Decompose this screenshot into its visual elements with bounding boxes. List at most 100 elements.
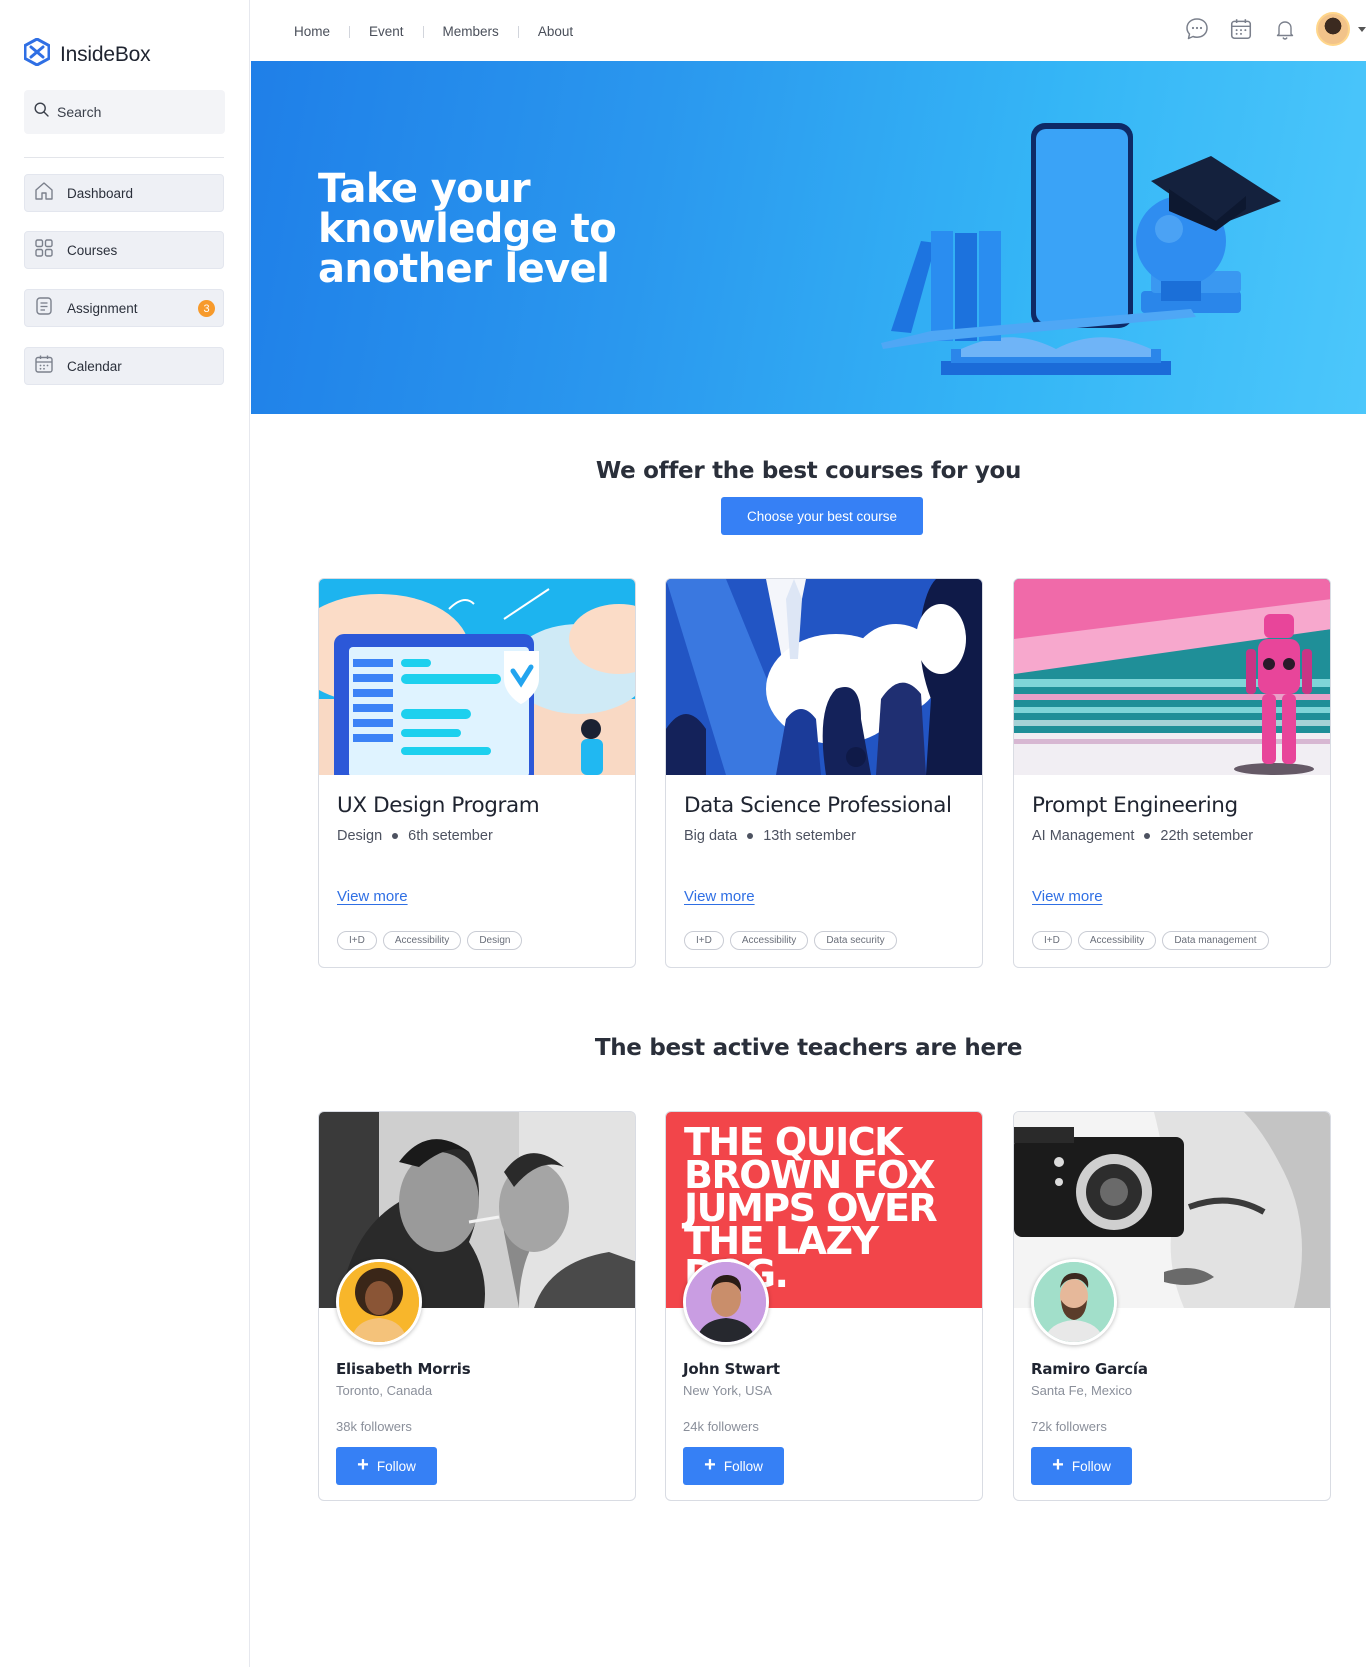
sidebar: InsideBox Dashboard Courses Assignment 3… [0, 0, 250, 1667]
teacher-name: Elisabeth Morris [336, 1360, 471, 1378]
sidebar-item-label: Dashboard [67, 185, 134, 201]
teacher-avatar[interactable] [683, 1259, 769, 1345]
separator-dot [747, 833, 754, 839]
course-date: 6th setember [408, 828, 493, 844]
app-name: InsideBox [60, 42, 151, 66]
logo-icon [23, 37, 51, 71]
course-tag[interactable]: I+D [1032, 931, 1072, 950]
teacher-avatar[interactable] [1031, 1259, 1117, 1345]
plus-icon: + [704, 1454, 716, 1476]
chat-icon[interactable] [1184, 16, 1210, 42]
nav-link-event[interactable]: Event [369, 24, 404, 39]
separator-dot [1144, 833, 1151, 839]
chevron-down-icon[interactable] [1358, 26, 1366, 32]
sidebar-item-label: Courses [67, 242, 118, 258]
choose-course-button[interactable]: Choose your best course [721, 497, 923, 535]
course-tag[interactable]: Accessibility [1077, 931, 1157, 950]
sidebar-item-courses[interactable]: Courses [24, 231, 224, 269]
follow-label: Follow [376, 1458, 416, 1474]
nav-separator [422, 25, 424, 38]
view-more-link[interactable]: View more [337, 888, 408, 905]
top-links: Home Event Members About [294, 24, 573, 39]
hero-title: Take your knowledge to another level [318, 166, 617, 292]
course-title: Data Science Professional [684, 793, 952, 818]
course-card[interactable]: UX Design Program Design 6th setember Vi… [318, 578, 636, 968]
course-image-prompt [1014, 579, 1330, 775]
teacher-followers: 38k followers [336, 1419, 412, 1434]
view-more-link[interactable]: View more [684, 888, 755, 905]
course-title: Prompt Engineering [1032, 793, 1238, 818]
sidebar-divider [24, 157, 224, 158]
course-image-data-science [666, 579, 982, 775]
search-box[interactable] [24, 90, 225, 134]
nav-link-members[interactable]: Members [443, 24, 499, 39]
follow-button[interactable]: + Follow [683, 1447, 784, 1485]
course-category: Design [337, 828, 383, 844]
course-category: AI Management [1032, 828, 1135, 844]
sidebar-item-assignment[interactable]: Assignment 3 [24, 289, 224, 327]
sidebar-item-dashboard[interactable]: Dashboard [24, 174, 224, 212]
plus-icon: + [357, 1454, 369, 1476]
course-meta: AI Management 22th setember [1032, 828, 1253, 844]
top-navigation: Home Event Members About [250, 0, 1366, 61]
follow-label: Follow [723, 1458, 763, 1474]
search-icon [34, 102, 49, 122]
teacher-name: John Stwart [683, 1360, 780, 1378]
teacher-card[interactable]: Ramiro García Santa Fe, Mexico 72k follo… [1013, 1111, 1331, 1501]
teacher-card[interactable]: Elisabeth Morris Toronto, Canada 38k fol… [318, 1111, 636, 1501]
course-tags: I+D Accessibility Design [337, 931, 523, 950]
course-date: 22th setember [1160, 828, 1254, 844]
sidebar-item-calendar[interactable]: Calendar [24, 347, 224, 385]
document-icon [33, 295, 55, 322]
nav-separator [517, 25, 519, 38]
separator-dot [392, 833, 399, 839]
teacher-avatar[interactable] [336, 1259, 422, 1345]
plus-icon: + [1052, 1454, 1064, 1476]
course-card[interactable]: Data Science Professional Big data 13th … [665, 578, 983, 968]
view-more-link[interactable]: View more [1032, 888, 1103, 905]
home-icon [33, 180, 55, 207]
teacher-followers: 24k followers [683, 1419, 759, 1434]
course-date: 13th setember [763, 828, 856, 844]
course-tag[interactable]: Design [467, 931, 523, 950]
course-tags: I+D Accessibility Data security [684, 931, 897, 950]
nav-link-home[interactable]: Home [294, 24, 330, 39]
course-tag[interactable]: Accessibility [382, 931, 462, 950]
user-avatar[interactable] [1316, 12, 1350, 46]
course-tag[interactable]: Data management [1162, 931, 1269, 950]
course-image-ux [319, 579, 635, 775]
teacher-followers: 72k followers [1031, 1419, 1107, 1434]
teacher-name: Ramiro García [1031, 1360, 1148, 1378]
top-actions [1184, 12, 1366, 46]
calendar-icon[interactable] [1228, 16, 1254, 42]
follow-button[interactable]: + Follow [1031, 1447, 1132, 1485]
education-illustration [881, 123, 1281, 375]
sidebar-item-label: Assignment [67, 300, 138, 316]
follow-button[interactable]: + Follow [336, 1447, 437, 1485]
calendar-icon [33, 353, 55, 380]
search-input[interactable] [57, 104, 207, 120]
sidebar-item-label: Calendar [67, 358, 122, 374]
course-tag[interactable]: I+D [684, 931, 724, 950]
app-logo[interactable]: InsideBox [23, 37, 151, 71]
course-meta: Big data 13th setember [684, 828, 856, 844]
follow-label: Follow [1071, 1458, 1111, 1474]
teacher-location: New York, USA [683, 1383, 772, 1398]
assignment-count-badge: 3 [198, 300, 215, 317]
nav-link-about[interactable]: About [538, 24, 573, 39]
nav-separator [349, 25, 351, 38]
course-category: Big data [684, 828, 738, 844]
courses-section-title: We offer the best courses for you [595, 458, 1022, 484]
teacher-location: Santa Fe, Mexico [1031, 1383, 1133, 1398]
teacher-location: Toronto, Canada [336, 1383, 433, 1398]
course-tag[interactable]: I+D [337, 931, 377, 950]
teacher-card[interactable]: THE QUICK BROWN FOX JUMPS OVER THE LAZY … [665, 1111, 983, 1501]
course-meta: Design 6th setember [337, 828, 493, 844]
course-tag[interactable]: Data security [814, 931, 897, 950]
grid-icon [33, 237, 55, 264]
bell-icon[interactable] [1272, 16, 1298, 42]
course-tag[interactable]: Accessibility [729, 931, 809, 950]
hero-banner: Take your knowledge to another level [251, 61, 1366, 414]
teachers-section-title: The best active teachers are here [594, 1035, 1023, 1061]
course-card[interactable]: Prompt Engineering AI Management 22th se… [1013, 578, 1331, 968]
